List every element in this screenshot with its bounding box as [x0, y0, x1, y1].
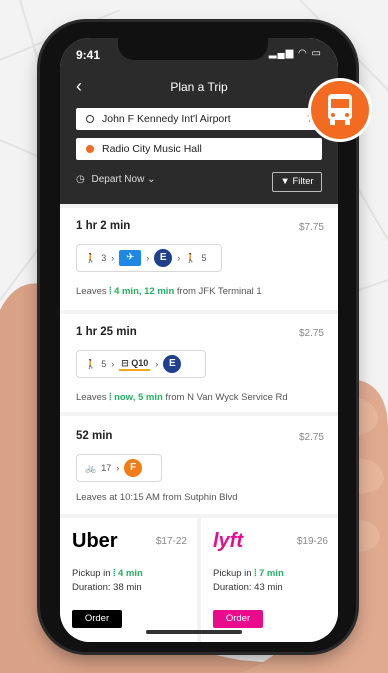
route-leaves: Leaves ⦙ 4 min, 12 min from JFK Terminal… — [76, 286, 262, 297]
route-leaves: Leaves at 10:15 AM from Sutphin Blvd — [76, 492, 238, 503]
status-time: 9:41 — [76, 48, 101, 62]
bus-q10-badge: ⊟ Q10 — [119, 358, 151, 371]
phone-notch — [118, 38, 268, 60]
route-card-2[interactable]: 1 hr 25 min $2.75 🚶 5 › ⊟ Q10 › E Leaves ⦙ … — [60, 314, 338, 412]
subway-f-badge: F — [124, 459, 143, 477]
page-title: Plan a Trip — [170, 80, 228, 94]
home-indicator — [146, 630, 242, 634]
route-steps: 🚶 5 › ⊟ Q10 › E — [76, 350, 206, 378]
bus-icon-shape — [328, 94, 352, 125]
route-leaves: Leaves ⦙ now, 5 min from N Van Wyck Serv… — [76, 392, 288, 403]
clock-icon: ◷ — [76, 174, 85, 185]
app-screen: 9:41 ▂▄▆ ◠ ▭ ‹ Plan a Trip John F Kenned… — [60, 38, 338, 642]
route-steps: 🚲 17 › F — [76, 454, 162, 482]
filter-label: Filter — [292, 176, 314, 187]
origin-field[interactable]: John F Kennedy Int'l Airport ⇅ — [76, 108, 322, 130]
route-price: $2.75 — [298, 432, 324, 443]
uber-logo: Uber — [72, 530, 118, 552]
ride-price: $17-22 — [155, 536, 187, 547]
ride-price: $19-26 — [296, 536, 328, 547]
route-duration: 52 min — [76, 430, 113, 442]
route-price: $2.75 — [298, 328, 324, 339]
filter-button[interactable]: ▼ Filter — [272, 172, 322, 192]
origin-value: John F Kennedy Int'l Airport — [102, 113, 231, 125]
ride-duration: Duration: 38 min — [72, 582, 142, 593]
pickup-line: Pickup in ⦙ 4 min — [72, 568, 143, 579]
uber-card[interactable]: Uber $17-22 Pickup in ⦙ 4 min Duration: … — [60, 518, 197, 642]
destination-field[interactable]: Radio City Music Hall — [76, 138, 322, 160]
subway-e-badge: E — [163, 355, 182, 373]
destination-dot-icon — [86, 145, 94, 153]
plane-icon: ✈ — [119, 250, 142, 266]
route-steps: 🚶 3 › ✈ › E › 🚶 5 — [76, 244, 222, 272]
bus-icon — [308, 78, 372, 142]
route-duration: 1 hr 2 min — [76, 220, 131, 232]
order-button[interactable]: Order — [213, 610, 263, 628]
route-card-3[interactable]: 52 min $2.75 🚲 17 › F Leaves at 10:15 AM f… — [60, 416, 338, 514]
depart-selector[interactable]: ◷ Depart Now ⌄ — [76, 174, 155, 185]
origin-dot-icon — [86, 115, 94, 123]
ride-duration: Duration: 43 min — [213, 582, 283, 593]
walk-icon: 🚶 — [185, 252, 197, 263]
walk-icon: 🚶 — [85, 358, 97, 369]
destination-value: Radio City Music Hall — [102, 143, 202, 155]
route-price: $7.75 — [298, 222, 324, 233]
pickup-line: Pickup in ⦙ 7 min — [213, 568, 284, 579]
lyft-card[interactable]: lyft $19-26 Pickup in ⦙ 7 min Duration: … — [201, 518, 338, 642]
bike-icon: 🚲 — [85, 462, 97, 473]
order-button[interactable]: Order — [72, 610, 122, 628]
lyft-logo: lyft — [213, 530, 243, 552]
route-duration: 1 hr 25 min — [76, 326, 137, 338]
depart-label: Depart Now ⌄ — [91, 174, 156, 185]
filter-icon: ▼ — [280, 176, 290, 187]
signal-icon: ▂▄▆ ◠ ▭ — [268, 48, 322, 59]
subway-e-badge: E — [154, 249, 173, 267]
route-card-1[interactable]: 1 hr 2 min $7.75 🚶 3 › ✈ › E › 🚶 5 Leaves ⦙ 4… — [60, 208, 338, 310]
header-panel: 9:41 ▂▄▆ ◠ ▭ ‹ Plan a Trip John F Kenned… — [60, 38, 338, 204]
walk-icon: 🚶 — [85, 252, 97, 263]
